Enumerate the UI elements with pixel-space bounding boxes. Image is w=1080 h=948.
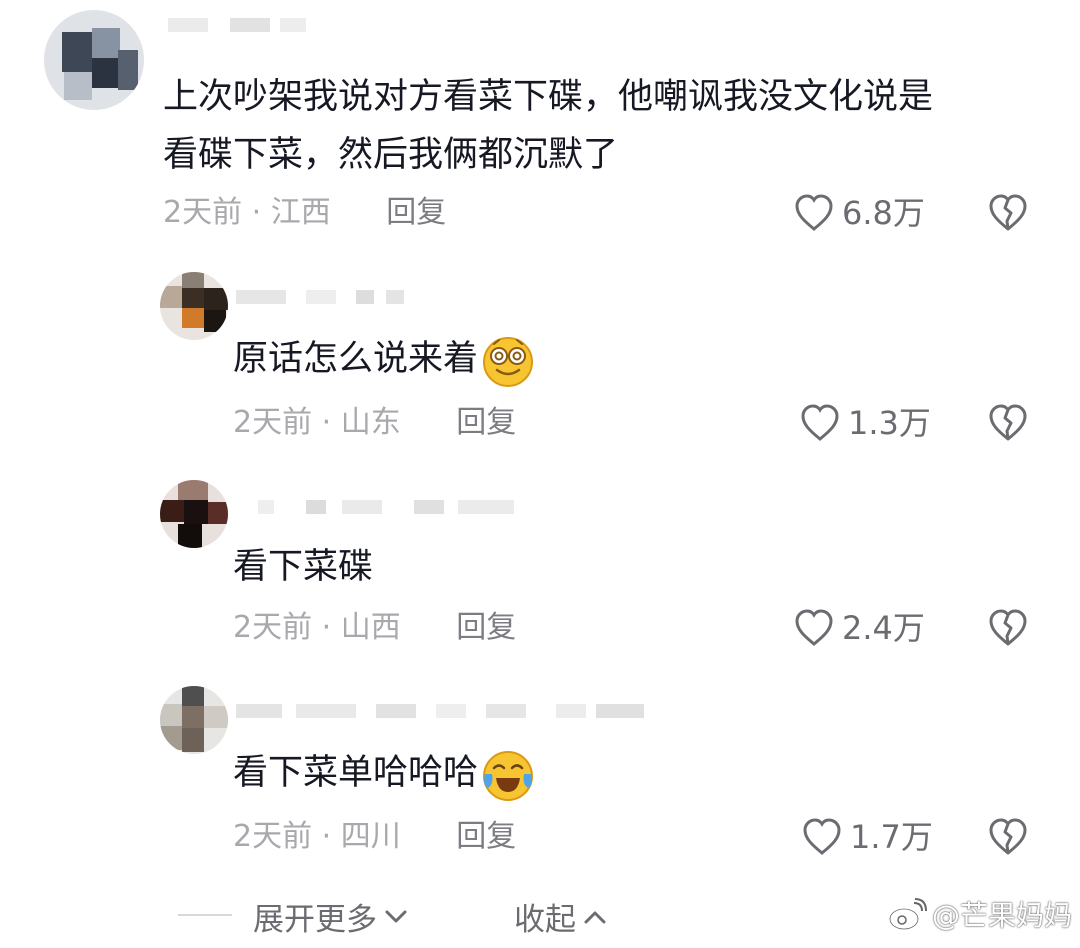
comment-text: 原话怎么说来着 [233, 330, 536, 388]
weibo-icon [888, 898, 927, 931]
laugh-cry-emoji [483, 751, 534, 801]
comment-location: 四川 [340, 819, 401, 854]
avatar[interactable] [160, 480, 228, 548]
meta-separator: · [321, 610, 332, 645]
like-button[interactable]: 2.4万 [794, 608, 925, 648]
dizzy-eyes-emoji [483, 337, 534, 387]
like-count: 1.3万 [848, 404, 931, 442]
comment-location: 山西 [340, 610, 401, 645]
comment-meta: 2天前 · 江西 回复 [163, 193, 446, 233]
like-count: 2.4万 [842, 609, 925, 647]
comment-time: 2天前 [163, 195, 243, 230]
like-button[interactable]: 1.3万 [800, 403, 931, 443]
comment-meta: 2天前 · 山东 回复 [233, 403, 516, 443]
avatar[interactable] [44, 10, 144, 110]
collapse-label: 收起 [514, 902, 576, 938]
username-blurred[interactable] [236, 290, 406, 304]
reply-button[interactable]: 回复 [456, 405, 516, 440]
like-button[interactable]: 6.8万 [794, 193, 925, 233]
comment-time: 2天前 [233, 819, 313, 854]
like-button[interactable]: 1.7万 [802, 817, 933, 857]
heart-outline-icon [803, 818, 841, 855]
comment-text: 看下菜单哈哈哈 [233, 744, 536, 802]
comment-meta: 2天前 · 山西 回复 [233, 608, 516, 648]
username-blurred[interactable] [236, 704, 646, 718]
username-blurred[interactable] [168, 18, 308, 32]
comment-text: 看下菜碟 [233, 547, 374, 587]
comment-footer: 展开更多 收起 @芒果妈妈 [0, 890, 1080, 940]
heart-outline-icon [795, 609, 833, 646]
broken-heart-icon[interactable] [988, 817, 1028, 857]
reply-button[interactable]: 回复 [456, 610, 516, 645]
watermark-text: @芒果妈妈 [932, 899, 1073, 932]
broken-heart-icon[interactable] [988, 403, 1028, 443]
username-blurred[interactable] [258, 500, 518, 514]
like-count: 1.7万 [850, 818, 933, 856]
expand-more-button[interactable]: 展开更多 [253, 894, 411, 939]
avatar[interactable] [160, 686, 228, 754]
heart-outline-icon [795, 194, 833, 231]
chevron-up-icon [584, 911, 606, 923]
comment-time: 2天前 [233, 405, 313, 440]
watermark: @芒果妈妈 [888, 894, 1072, 934]
comment-time: 2天前 [233, 610, 313, 645]
comment-location: 江西 [270, 195, 331, 230]
reply-button[interactable]: 回复 [456, 819, 516, 854]
footer-divider [178, 914, 232, 916]
expand-label: 展开更多 [253, 902, 377, 938]
reply-button[interactable]: 回复 [386, 195, 446, 230]
comment-meta: 2天前 · 四川 回复 [233, 817, 516, 857]
like-count: 6.8万 [842, 194, 925, 232]
meta-separator: · [251, 195, 262, 230]
comment-location: 山东 [340, 405, 401, 440]
broken-heart-icon[interactable] [988, 193, 1028, 233]
avatar[interactable] [160, 272, 228, 340]
collapse-button[interactable]: 收起 [514, 894, 610, 939]
meta-separator: · [321, 405, 332, 440]
chevron-down-icon [385, 910, 407, 922]
meta-separator: · [321, 819, 332, 854]
heart-outline-icon [801, 404, 839, 441]
broken-heart-icon[interactable] [988, 608, 1028, 648]
comment-text: 上次吵架我说对方看菜下碟，他嘲讽我没文化说是 看碟下菜，然后我俩都沉默了 [163, 77, 934, 175]
